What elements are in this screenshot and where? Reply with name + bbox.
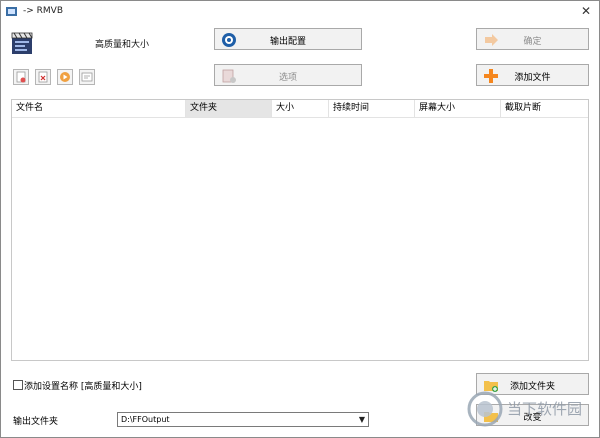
file-list[interactable]: 文件名 文件夹 大小 持续时间 屏幕大小 截取片断: [11, 99, 589, 361]
clear-list-button[interactable]: [35, 69, 51, 85]
profile-label: 高质量和大小: [95, 40, 150, 50]
watermark-text: 当下软件园: [507, 400, 582, 418]
column-screen-size[interactable]: 屏幕大小: [415, 100, 501, 117]
window-title: -> RMVB: [23, 6, 63, 16]
remove-file-icon: [16, 71, 26, 83]
column-folder[interactable]: 文件夹: [186, 100, 272, 117]
title-bar: -> RMVB ✕: [1, 1, 599, 23]
play-icon: [60, 72, 70, 82]
file-list-header: 文件名 文件夹 大小 持续时间 屏幕大小 截取片断: [12, 100, 588, 118]
options-button[interactable]: 选项: [214, 64, 362, 86]
app-icon: [6, 7, 17, 16]
column-clip-segment[interactable]: 截取片断: [501, 100, 588, 117]
settings-name-label: 添加设置名称 [高质量和大小]: [24, 382, 142, 392]
settings-name-checkbox[interactable]: [13, 380, 23, 390]
close-button[interactable]: ✕: [579, 4, 593, 18]
watermark-logo: 当下软件园: [467, 391, 582, 427]
remove-file-button[interactable]: [13, 69, 29, 85]
ok-button[interactable]: 确定: [476, 28, 589, 50]
ok-label: 确定: [523, 37, 542, 47]
output-folder-label: 输出文件夹: [13, 417, 59, 427]
output-config-button[interactable]: 输出配置: [214, 28, 362, 50]
play-button[interactable]: [57, 69, 73, 85]
media-info-icon: [81, 72, 93, 82]
column-duration[interactable]: 持续时间: [329, 100, 415, 117]
output-folder-value: D:\FFOutput: [121, 415, 170, 424]
output-config-label: 输出配置: [269, 37, 306, 47]
media-info-button[interactable]: [79, 69, 95, 85]
output-folder-select[interactable]: D:\FFOutput ▼: [117, 412, 369, 427]
clear-list-icon: [38, 71, 48, 83]
add-file-label: 添加文件: [514, 73, 551, 83]
column-size[interactable]: 大小: [272, 100, 329, 117]
app-window: -> RMVB ✕ 高质量和大小 输出配置 确定 选项 添加文件 文件名 文件夹…: [0, 0, 600, 438]
options-label: 选项: [278, 73, 297, 83]
clapperboard-icon: [11, 32, 33, 54]
add-file-button[interactable]: 添加文件: [476, 64, 589, 86]
chevron-down-icon: ▼: [358, 415, 365, 424]
column-filename[interactable]: 文件名: [12, 100, 186, 117]
